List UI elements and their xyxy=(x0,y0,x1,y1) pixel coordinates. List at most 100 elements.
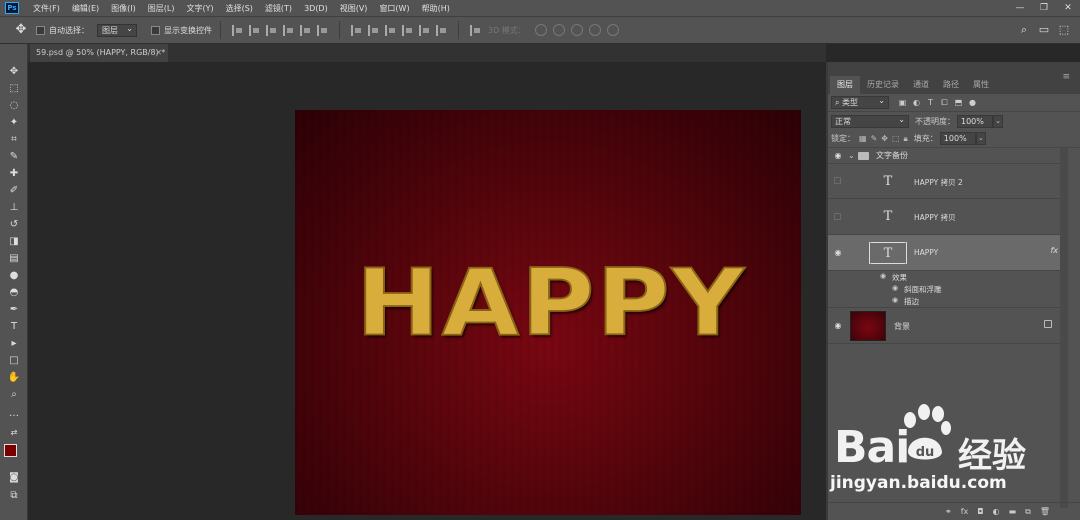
auto-select-checkbox[interactable] xyxy=(36,25,49,35)
gradient-tool-icon[interactable]: ▤ xyxy=(4,251,24,267)
healing-brush-tool-icon[interactable]: ✚ xyxy=(4,166,24,182)
document-tab[interactable]: 59.psd @ 50% (HAPPY, RGB/8) * ✕ xyxy=(30,44,168,62)
lasso-tool-icon[interactable]: ◌ xyxy=(4,98,24,114)
magic-wand-tool-icon[interactable]: ✦ xyxy=(4,115,24,131)
align-left-icon[interactable] xyxy=(283,24,294,36)
minimize-icon[interactable]: — xyxy=(1008,0,1032,16)
menu-type[interactable]: 文字(Y) xyxy=(180,3,219,14)
add-mask-icon[interactable]: ◘ xyxy=(977,507,983,516)
align-bottom-icon[interactable] xyxy=(266,24,277,36)
lock-transparent-icon[interactable]: ▦ xyxy=(859,134,867,143)
eye-icon[interactable]: ◉ xyxy=(880,272,886,280)
workspace-icon[interactable]: ▭ xyxy=(1034,21,1054,39)
fill-input[interactable]: 100% xyxy=(939,132,976,145)
chevron-down-icon[interactable]: ⌄ xyxy=(848,151,855,160)
new-group-icon[interactable]: ▬ xyxy=(1009,507,1017,516)
lock-artboard-icon[interactable]: ⬚ xyxy=(892,134,900,143)
fx-badge[interactable]: fx xyxy=(1050,246,1058,255)
crop-tool-icon[interactable]: ⌗ xyxy=(4,132,24,148)
move-tool-icon[interactable]: ✥ xyxy=(4,64,24,80)
document-canvas[interactable]: HAPPY xyxy=(295,110,801,515)
panel-menu-icon[interactable]: ≡ xyxy=(1062,72,1070,82)
foreground-color-swatch[interactable] xyxy=(4,444,17,457)
menu-filter[interactable]: 滤镜(T) xyxy=(259,3,298,14)
pen-tool-icon[interactable]: ✒ xyxy=(4,302,24,318)
align-top-icon[interactable] xyxy=(232,24,243,36)
menu-3d[interactable]: 3D(D) xyxy=(298,4,334,13)
align-hcenter-icon[interactable] xyxy=(300,24,311,36)
eye-icon[interactable]: ◉ xyxy=(892,284,898,292)
eye-icon[interactable]: ◉ xyxy=(831,151,845,161)
panel-scrollbar[interactable] xyxy=(1060,148,1068,508)
pixel-filter-icon[interactable]: ▣ xyxy=(898,98,907,107)
layer-row-selected[interactable]: ◉ T HAPPY fx ⌃ xyxy=(828,235,1068,271)
lock-pixels-icon[interactable]: ✎ xyxy=(871,134,878,143)
eraser-tool-icon[interactable]: ◨ xyxy=(4,234,24,250)
visibility-toggle[interactable] xyxy=(834,177,841,184)
eyedropper-tool-icon[interactable]: ✎ xyxy=(4,149,24,165)
share-icon[interactable]: ⬚ xyxy=(1054,21,1074,39)
effects-header[interactable]: ◉ 效果 xyxy=(828,271,1060,283)
layer-filter-dropdown[interactable]: ⌕ 类型 xyxy=(831,95,889,109)
quick-mask-icon[interactable]: ◙ xyxy=(4,470,24,486)
brush-tool-icon[interactable]: ✐ xyxy=(4,183,24,199)
3d-pan-icon[interactable] xyxy=(570,24,583,36)
lock-all-icon[interactable]: 🔒︎ xyxy=(904,134,908,144)
distribute-vcenter-icon[interactable] xyxy=(368,24,379,36)
more-tools-icon[interactable]: … xyxy=(4,406,24,422)
link-layers-icon[interactable]: ⚭ xyxy=(945,507,952,516)
distribute-top-icon[interactable] xyxy=(351,24,362,36)
chevron-down-icon[interactable]: ⌄ xyxy=(993,114,1003,128)
hand-tool-icon[interactable]: ✋ xyxy=(4,370,24,386)
swap-colors-icon[interactable]: ⇄ xyxy=(4,425,24,441)
add-style-icon[interactable]: fx xyxy=(961,507,969,516)
effect-item[interactable]: ◉ 描边 xyxy=(828,295,1060,308)
align-right-icon[interactable] xyxy=(317,24,328,36)
tab-paths[interactable]: 路径 xyxy=(936,76,966,94)
chevron-down-icon[interactable]: ⌄ xyxy=(975,132,986,145)
menu-edit[interactable]: 编辑(E) xyxy=(66,3,105,14)
opacity-input[interactable]: 100% xyxy=(957,114,993,128)
move-tool-preset-icon[interactable]: ✥ xyxy=(10,19,32,41)
distribute-hcenter-icon[interactable] xyxy=(419,24,430,36)
3d-slide-icon[interactable] xyxy=(588,24,601,36)
layer-row[interactable]: T HAPPY 拷贝 xyxy=(828,199,1060,235)
show-transform-checkbox[interactable] xyxy=(151,25,164,35)
3d-scale-icon[interactable] xyxy=(606,24,619,36)
clone-stamp-tool-icon[interactable]: ⊥ xyxy=(4,200,24,216)
menu-image[interactable]: 图像(I) xyxy=(105,3,142,14)
eye-icon[interactable]: ◉ xyxy=(831,321,845,331)
menu-layer[interactable]: 图层(L) xyxy=(142,3,181,14)
align-vcenter-icon[interactable] xyxy=(249,24,260,36)
distribute-bottom-icon[interactable] xyxy=(385,24,396,36)
history-brush-tool-icon[interactable]: ↺ xyxy=(4,217,24,233)
3d-rotate-icon[interactable] xyxy=(534,24,547,36)
auto-align-icon[interactable] xyxy=(470,24,481,36)
close-icon[interactable]: ✕ xyxy=(155,44,162,62)
auto-select-dropdown[interactable]: 图层 xyxy=(97,23,137,37)
tab-properties[interactable]: 属性 xyxy=(966,76,996,94)
adjustment-layer-icon[interactable]: ◐ xyxy=(993,507,1000,516)
type-tool-icon[interactable]: T xyxy=(4,319,24,335)
delete-layer-icon[interactable]: 🗑︎ xyxy=(1040,507,1050,516)
distribute-left-icon[interactable] xyxy=(402,24,413,36)
zoom-tool-icon[interactable]: ⌕ xyxy=(4,387,24,403)
lock-position-icon[interactable]: ✥ xyxy=(881,134,888,143)
dodge-tool-icon[interactable]: ◓ xyxy=(4,285,24,301)
menu-view[interactable]: 视图(V) xyxy=(334,3,374,14)
eye-icon[interactable]: ◉ xyxy=(892,296,898,304)
tab-layers[interactable]: 图层 xyxy=(830,76,860,94)
shape-filter-icon[interactable]: ⧠ xyxy=(940,98,949,107)
screen-mode-icon[interactable]: ⧉ xyxy=(4,488,24,504)
filter-toggle-icon[interactable]: ● xyxy=(968,98,977,107)
layer-group-row[interactable]: ◉ ⌄ 文字备份 xyxy=(828,148,1060,164)
distribute-right-icon[interactable] xyxy=(436,24,447,36)
rectangle-tool-icon[interactable]: □ xyxy=(4,353,24,369)
menu-select[interactable]: 选择(S) xyxy=(220,3,259,14)
new-layer-icon[interactable]: ⧉ xyxy=(1025,507,1031,517)
layer-row[interactable]: T HAPPY 拷贝 2 xyxy=(828,164,1060,199)
path-selection-tool-icon[interactable]: ▸ xyxy=(4,336,24,352)
type-filter-icon[interactable]: T xyxy=(926,98,935,107)
menu-help[interactable]: 帮助(H) xyxy=(416,3,456,14)
blur-tool-icon[interactable]: ● xyxy=(4,268,24,284)
